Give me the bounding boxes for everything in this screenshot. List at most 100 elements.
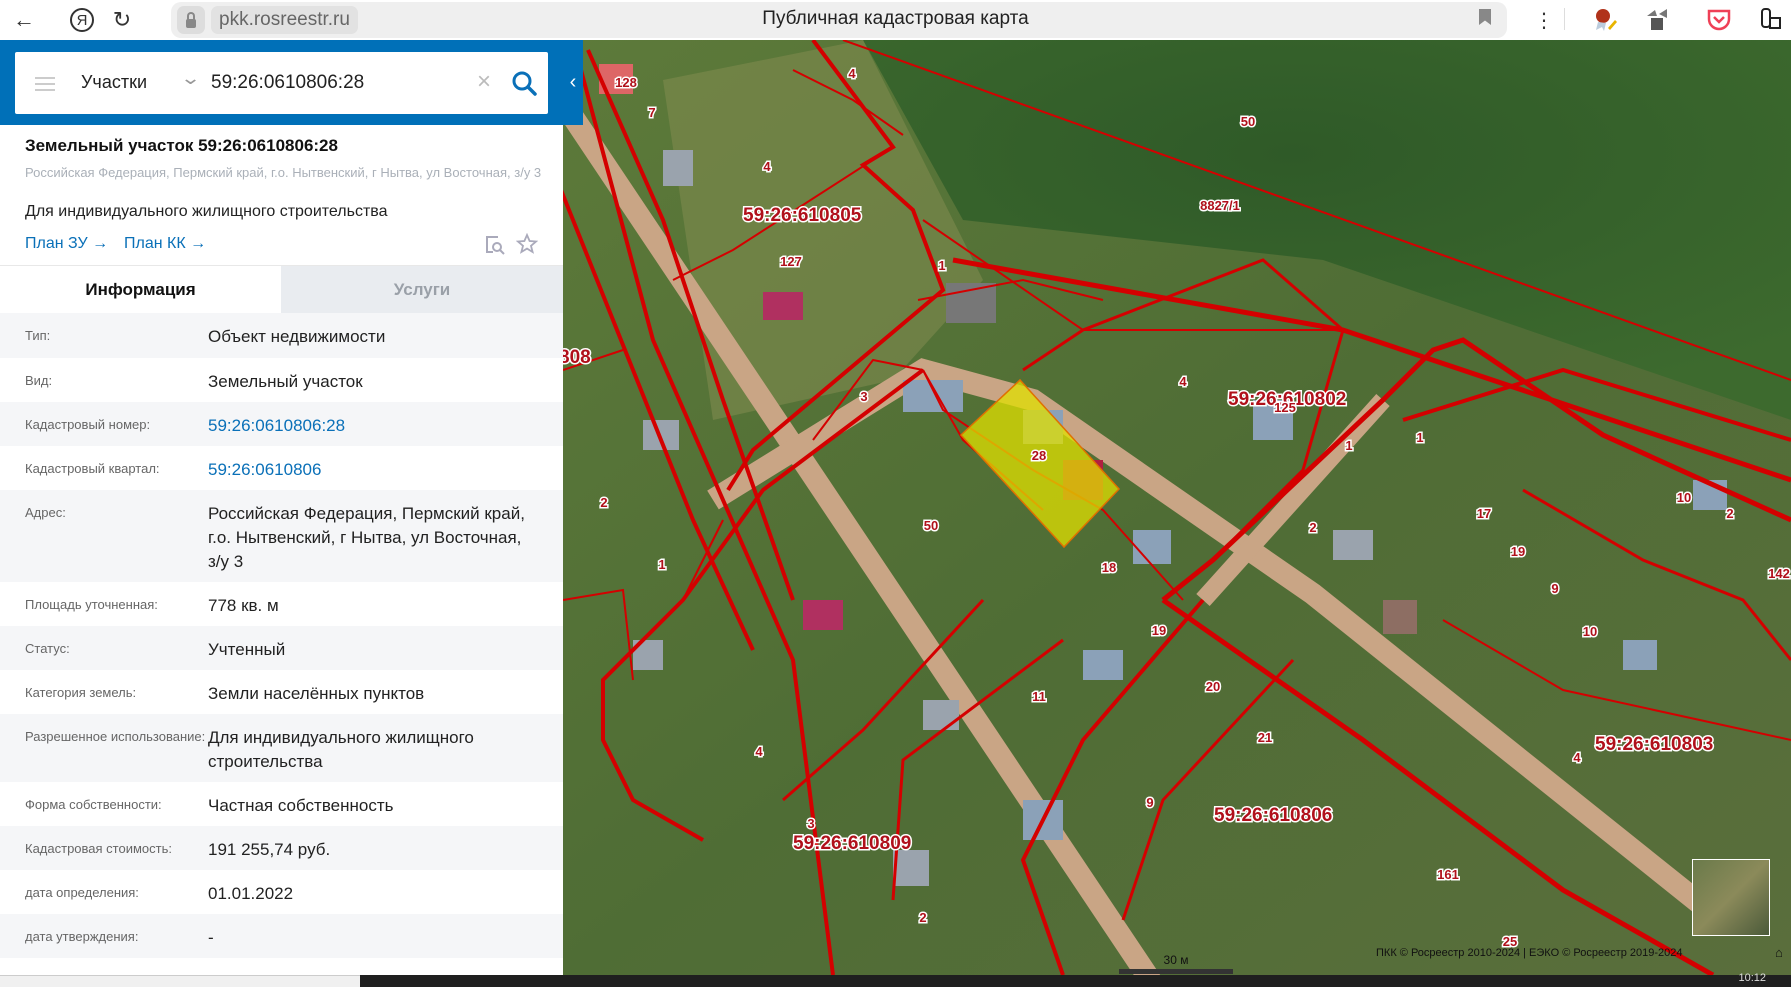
row-permitted-use: Разрешенное использование: Для индивидуал… [0, 714, 563, 782]
divider [1564, 8, 1565, 30]
info-table: Тип: Объект недвижимости Вид: Земельный уч… [0, 313, 563, 975]
row-label: Кадастровая стоимость: [25, 841, 172, 856]
map-canvas[interactable]: 59:26:610805 59:26:610802 59:26:610803 5… [563, 40, 1791, 975]
reload-icon[interactable]: ↻ [108, 6, 136, 34]
parcel-label: 2 [600, 495, 607, 510]
parcel-label: 127 [780, 254, 802, 269]
row-cadastral-value: Кадастровая стоимость: 191 255,74 руб. [0, 826, 563, 870]
pocket-icon[interactable] [1705, 6, 1733, 34]
extension-certificate-icon[interactable] [1590, 6, 1618, 34]
search-icon[interactable] [509, 68, 539, 98]
row-label: Форма собственности: [25, 797, 162, 812]
parcel-label: 9 [1551, 581, 1558, 596]
extension-tools-icon[interactable] [1643, 6, 1671, 34]
parcel-label: 4 [1573, 750, 1581, 765]
row-approval-date: дата утверждения: - [0, 914, 563, 958]
attribution: ПКК © Росреестр 2010-2024 | ЕЭКО © Росре… [1376, 947, 1683, 959]
lock-icon[interactable] [177, 6, 205, 34]
parcel-label: 17 [1477, 506, 1491, 521]
extension-key-icon[interactable] [1758, 6, 1786, 34]
row-value: Российская Федерация, Пермский край, г.о… [208, 504, 525, 571]
row-valuation-date: дата определения: 01.01.2022 [0, 870, 563, 914]
parcel-label: 3 [860, 389, 867, 404]
browser-toolbar: ← Я ↻ pkk.rosreestr.ru Публичная кадастр… [0, 0, 1791, 40]
parcel-label: 2 [919, 910, 926, 925]
row-label: Вид: [25, 373, 53, 388]
parcel-label: 11 [1032, 689, 1046, 704]
row-address: Адрес: Российская Федерация, Пермский кра… [0, 490, 563, 582]
bookmark-icon[interactable] [1479, 9, 1491, 25]
row-label: Адрес: [25, 505, 66, 520]
row-kind: Вид: Земельный участок [0, 358, 563, 402]
tab-services[interactable]: Услуги [281, 266, 563, 313]
parcel-label: 8827/1 [1200, 198, 1240, 213]
plan-kk-link[interactable]: План КК → [124, 235, 206, 253]
row-label: Статус: [25, 641, 70, 656]
block-label: 808 [563, 347, 591, 368]
search-box: Участки ⌄ × [15, 52, 548, 114]
parcel-label: 19 [1511, 544, 1525, 559]
row-value: Земли населённых пунктов [208, 684, 425, 703]
chevron-down-icon[interactable]: ⌄ [180, 68, 201, 89]
address-bar[interactable]: pkk.rosreestr.ru [171, 2, 1507, 38]
star-icon[interactable] [516, 233, 538, 255]
cadastral-map[interactable]: 59:26:610805 59:26:610802 59:26:610803 5… [563, 40, 1791, 975]
parcel-label: 1 [1345, 438, 1352, 453]
back-icon[interactable]: ← [10, 6, 38, 34]
row-area: Площадь уточненная: 778 кв. м [0, 582, 563, 626]
tab-information[interactable]: Информация [0, 266, 281, 313]
row-land-category: Категория земель: Земли населённых пункто… [0, 670, 563, 714]
row-value: 778 кв. м [208, 596, 279, 615]
row-more [0, 958, 563, 975]
row-label: Площадь уточненная: [25, 597, 158, 612]
row-value: 01.01.2022 [208, 884, 294, 903]
parcel-label: 4 [1179, 374, 1187, 389]
row-ownership: Форма собственности: Частная собственност… [0, 782, 563, 826]
parcel-label: 161 [1437, 867, 1459, 882]
parcel-label: 4 [848, 66, 856, 81]
yandex-icon[interactable]: Я [70, 8, 94, 32]
taskbar: 10:12 [0, 972, 1791, 987]
parcel-label: 4 [763, 159, 771, 174]
parcel-label: 1 [938, 258, 945, 273]
home-icon[interactable]: ⌂ [1775, 945, 1783, 960]
row-label: Тип: [25, 328, 51, 343]
menu-icon[interactable] [35, 77, 55, 91]
clear-icon[interactable]: × [477, 68, 491, 96]
object-title: Земельный участок 59:26:0610806:28 [25, 136, 338, 155]
row-label: Разрешенное использование: [25, 729, 206, 744]
parcel-label: 21 [1258, 730, 1272, 745]
cadastral-number-link[interactable]: 59:26:0610806:28 [208, 402, 538, 446]
row-label: дата утверждения: [25, 929, 139, 944]
clock: 10:12 [1738, 972, 1766, 984]
parcel-label: 128 [615, 75, 637, 90]
parcel-label: 50 [924, 518, 938, 533]
row-value: - [208, 928, 214, 947]
layer-select[interactable]: Участки [81, 72, 147, 93]
cadastral-quarter-link[interactable]: 59:26:0610806 [208, 446, 538, 490]
object-address: Российская Федерация, Пермский край, г.о… [25, 165, 542, 180]
taskbar-search[interactable] [0, 975, 360, 987]
parcel-label: 1 [1416, 430, 1423, 445]
row-label: Кадастровый номер: [25, 417, 151, 432]
parcel-label: 50 [1241, 114, 1255, 129]
row-label: Категория земель: [25, 685, 137, 700]
parcel-label: 28 [1032, 448, 1046, 463]
parcel-label: 19 [1152, 623, 1166, 638]
search-input[interactable] [211, 68, 471, 98]
object-purpose: Для индивидуального жилищного строительс… [25, 203, 388, 220]
search-document-icon[interactable] [484, 234, 506, 256]
parcel-label: 3 [807, 816, 814, 831]
menu-dots-icon[interactable]: ⋮ [1530, 6, 1558, 34]
block-label: 59:26:610805 [743, 205, 862, 226]
plan-zu-link[interactable]: План ЗУ → [25, 235, 108, 253]
collapse-sidebar-button[interactable]: ‹ [563, 40, 583, 125]
row-cadastral-number: Кадастровый номер: 59:26:0610806:28 [0, 402, 563, 446]
row-value: Учтенный [208, 640, 286, 659]
row-type: Тип: Объект недвижимости [0, 313, 563, 358]
row-value: Частная собственность [208, 796, 394, 815]
row-value: Объект недвижимости [208, 327, 386, 346]
basemap-switcher[interactable] [1692, 859, 1770, 936]
block-label: 59:26:610803 [1595, 734, 1713, 755]
url-text[interactable]: pkk.rosreestr.ru [211, 6, 358, 34]
